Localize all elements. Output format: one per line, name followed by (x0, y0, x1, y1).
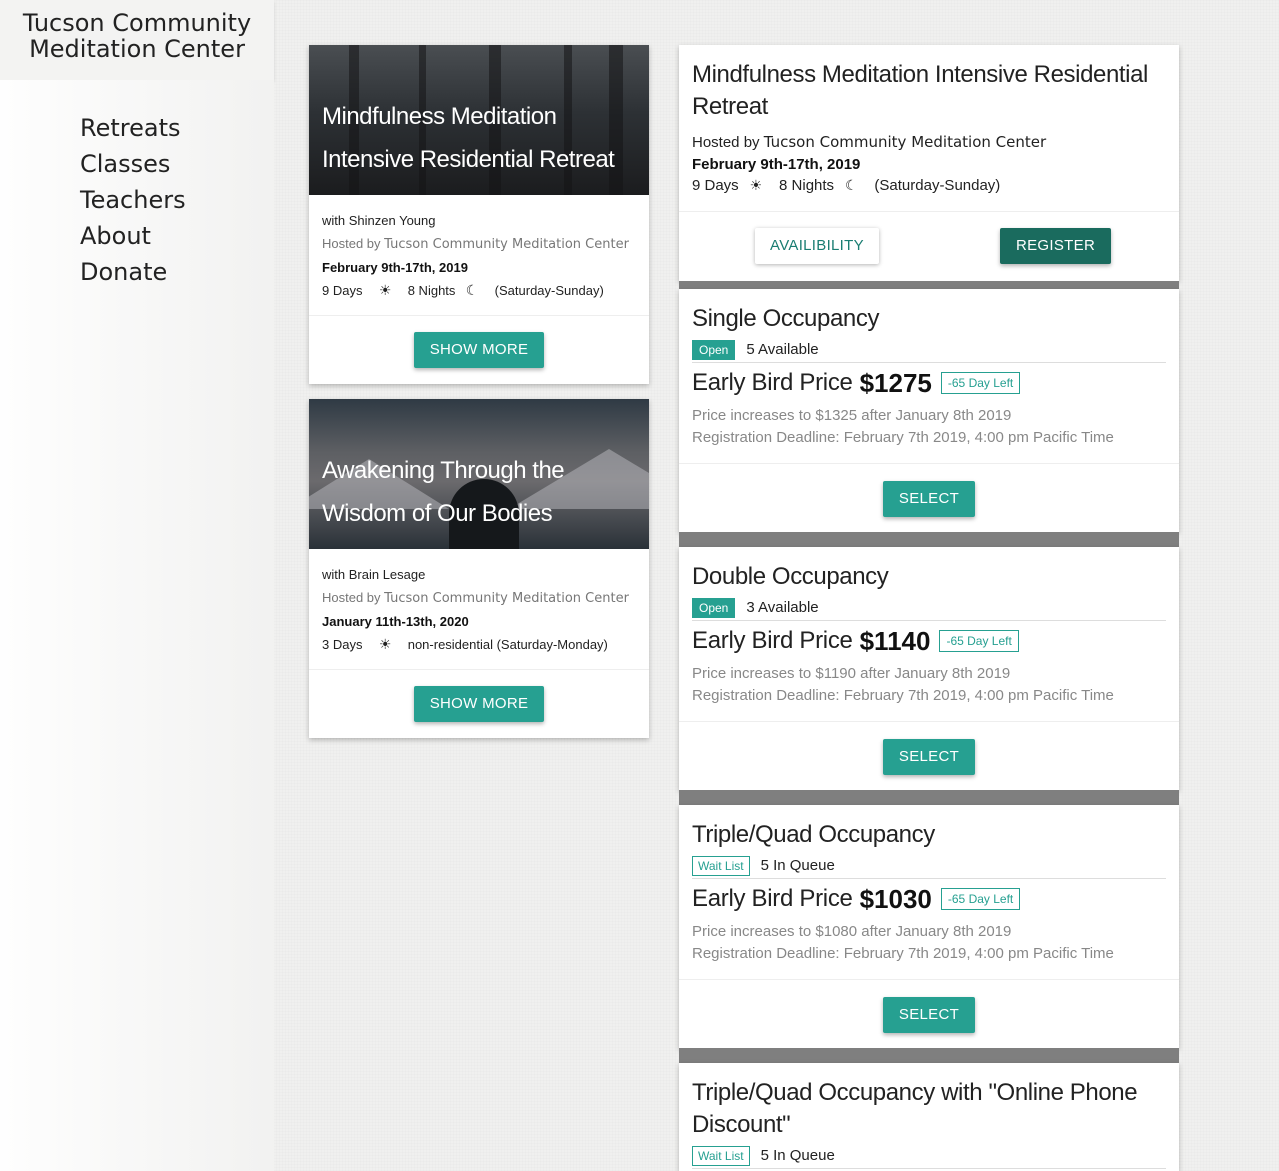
host-line: Hosted by Tucson Community Meditation Ce… (322, 236, 629, 252)
days-left-badge: -65 Day Left (940, 888, 1021, 910)
price-info: Price increases to $1080 after January 8… (692, 923, 1114, 962)
room-type-title: Double Occupancy (692, 563, 889, 590)
availability-button[interactable]: AVAILIBILITY (755, 228, 879, 264)
select-button[interactable]: SELECT (882, 481, 976, 517)
section-divider (679, 281, 1179, 289)
moon-icon: ☾ (465, 282, 479, 298)
retreat-image: Mindfulness Meditation Intensive Residen… (309, 45, 649, 195)
status-row: Open 3 Available (692, 597, 1166, 621)
nav-item-retreats[interactable]: Retreats (80, 110, 186, 146)
status-badge: Wait List (692, 855, 750, 876)
price-value: $1140 (859, 625, 931, 656)
retreat-card: Mindfulness Meditation Intensive Residen… (309, 45, 649, 384)
retreat-title[interactable]: Mindfulness Meditation Intensive Residen… (322, 95, 639, 181)
nav-item-about[interactable]: About (80, 218, 186, 254)
teacher-name: with Shinzen Young (322, 213, 436, 228)
status-row: Wait List 5 In Queue (692, 855, 1166, 879)
host-line: Hosted by Tucson Community Meditation Ce… (692, 133, 1047, 151)
select-button[interactable]: SELECT (882, 997, 976, 1033)
price-info: Price increases to $1325 after January 8… (692, 407, 1114, 446)
host-line: Hosted by Tucson Community Meditation Ce… (322, 590, 629, 606)
sun-icon: ☀ (378, 636, 392, 652)
section-divider (679, 790, 1179, 805)
card-footer: SHOW MORE (309, 669, 649, 738)
status-badge: Wait List (692, 1145, 750, 1166)
price-info: Price increases to $1190 after January 8… (692, 665, 1114, 704)
duration-line: 9 Days ☀ 8 Nights ☾ (Saturday-Sunday) (322, 282, 604, 298)
room-option-card: Triple/Quad Occupancy Wait List 5 In Que… (679, 805, 1179, 1048)
days-left-badge: -65 Day Left (940, 372, 1021, 394)
sidebar-nav: Retreats Classes Teachers About Donate (80, 110, 186, 290)
duration-line: 9 Days ☀ 8 Nights ☾ (Saturday-Sunday) (692, 177, 1001, 194)
show-more-button[interactable]: SHOW MORE (413, 332, 545, 368)
status-row: Open 5 Available (692, 339, 1166, 363)
retreat-dates: February 9th-17th, 2019 (322, 260, 468, 275)
availability-count: 5 Available (746, 341, 819, 358)
card-footer: SHOW MORE (309, 315, 649, 384)
moon-icon: ☾ (844, 177, 858, 193)
retreat-info: with Shinzen Young Hosted by Tucson Comm… (309, 195, 649, 314)
status-row: Wait List 5 In Queue (692, 1145, 1166, 1169)
sidebar: Retreats Classes Teachers About Donate (0, 80, 274, 1171)
retreat-title[interactable]: Awakening Through the Wisdom of Our Bodi… (322, 449, 639, 535)
teacher-name: with Brain Lesage (322, 567, 426, 582)
status-badge: Open (692, 597, 736, 618)
section-divider (679, 1048, 1179, 1063)
register-button[interactable]: REGISTER (1000, 228, 1112, 264)
detail-dates: February 9th-17th, 2019 (692, 156, 861, 173)
show-more-button[interactable]: SHOW MORE (413, 686, 545, 722)
room-type-title: Triple/Quad Occupancy (692, 821, 935, 848)
queue-count: 5 In Queue (760, 857, 835, 874)
detail-title: Mindfulness Meditation Intensive Residen… (692, 61, 1148, 120)
price-value: $1275 (859, 367, 932, 398)
price-row: Early Bird Price $1030 -65 Day Left (692, 883, 1166, 915)
retreat-detail-card: Mindfulness Meditation Intensive Residen… (679, 45, 1179, 281)
nav-item-donate[interactable]: Donate (80, 254, 186, 290)
select-button[interactable]: SELECT (882, 739, 976, 775)
retreat-info: with Brain Lesage Hosted by Tucson Commu… (309, 549, 649, 668)
nav-item-classes[interactable]: Classes (80, 146, 186, 182)
card-footer: SELECT (679, 721, 1179, 790)
nav-item-teachers[interactable]: Teachers (80, 182, 186, 218)
card-footer: SELECT (679, 463, 1179, 532)
availability-count: 3 Available (746, 599, 819, 616)
days-left-badge: -65 Day Left (939, 630, 1019, 652)
sun-icon: ☀ (378, 282, 392, 298)
duration-line: 3 Days ☀ non-residential (Saturday-Monda… (322, 636, 608, 652)
brand-line-1: Tucson Community (22, 9, 252, 37)
room-type-title: Single Occupancy (692, 305, 880, 332)
retreat-image: Awakening Through the Wisdom of Our Bodi… (309, 399, 649, 549)
room-option-card: Single Occupancy Open 5 Available Early … (679, 289, 1179, 532)
retreat-card: Awakening Through the Wisdom of Our Bodi… (309, 399, 649, 738)
status-badge: Open (692, 339, 736, 360)
room-option-card: Double Occupancy Open 3 Available Early … (679, 547, 1179, 790)
site-logo[interactable]: Tucson Community Meditation Center (0, 0, 274, 80)
retreat-dates: January 11th-13th, 2020 (322, 614, 469, 629)
card-footer: SELECT (679, 979, 1179, 1048)
room-type-title: Triple/Quad Occupancy with "Online Phone… (692, 1079, 1138, 1138)
price-row: Early Bird Price $1275 -65 Day Left (692, 367, 1166, 399)
sun-icon: ☀ (749, 177, 763, 193)
brand-line-2: Meditation Center (29, 35, 245, 63)
price-value: $1030 (859, 883, 932, 914)
room-option-card: Triple/Quad Occupancy with "Online Phone… (679, 1063, 1179, 1171)
queue-count: 5 In Queue (760, 1147, 835, 1164)
section-divider (679, 532, 1179, 547)
price-row: Early Bird Price $1140 -65 Day Left (692, 625, 1166, 657)
